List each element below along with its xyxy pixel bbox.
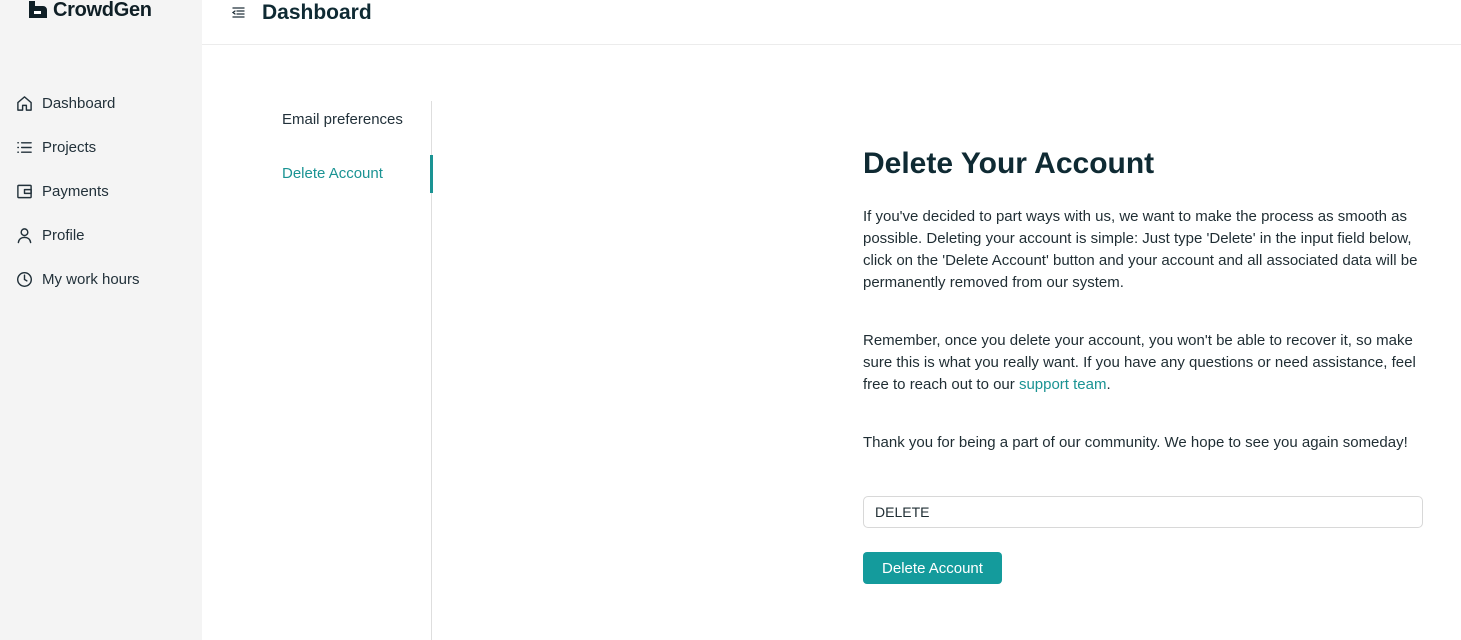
active-tab-indicator — [430, 155, 433, 193]
sidebar-item-label: Payments — [42, 182, 109, 200]
delete-account-panel: Delete Your Account If you've decided to… — [863, 146, 1423, 584]
crowdgen-logo-icon — [29, 1, 47, 18]
list-icon — [17, 141, 32, 153]
warning-text-end: . — [1106, 376, 1111, 393]
warning-text: Remember, once you delete your account, … — [863, 332, 1416, 393]
sidebar-item-dashboard[interactable]: Dashboard — [0, 81, 202, 125]
brand-logo[interactable]: CrowdGen — [25, 0, 152, 23]
section-heading: Delete Your Account — [863, 147, 1155, 180]
sidebar-item-payments[interactable]: Payments — [0, 169, 202, 213]
settings-nav: Email preferences Delete Account — [282, 101, 433, 640]
menu-collapse-icon[interactable] — [231, 5, 246, 20]
sidebar: CrowdGen Dashboard Projects Payments Pro… — [0, 0, 202, 640]
top-header: Dashboard — [202, 0, 1461, 45]
tab-delete-account[interactable]: Delete Account — [282, 165, 383, 182]
sidebar-item-label: Dashboard — [42, 94, 116, 112]
wallet-icon — [17, 184, 32, 198]
page-title: Dashboard — [262, 1, 372, 24]
support-team-link[interactable]: support team — [1019, 376, 1107, 393]
clock-icon — [16, 271, 33, 287]
sidebar-item-label: Projects — [42, 138, 97, 156]
sidebar-item-label: My work hours — [42, 270, 140, 288]
tab-email-preferences[interactable]: Email preferences — [282, 111, 403, 128]
user-icon — [17, 227, 32, 243]
sidebar-item-label: Profile — [42, 226, 85, 244]
sidebar-nav: Dashboard Projects Payments Profile My w… — [0, 81, 202, 301]
intro-paragraph: If you've decided to part ways with us, … — [863, 208, 1418, 291]
sidebar-item-projects[interactable]: Projects — [0, 125, 202, 169]
brand-name: CrowdGen — [53, 0, 152, 21]
delete-account-button[interactable]: Delete Account — [863, 552, 1002, 584]
sidebar-item-work-hours[interactable]: My work hours — [0, 257, 202, 301]
home-icon — [17, 95, 32, 111]
farewell-paragraph: Thank you for being a part of our commun… — [863, 434, 1408, 451]
sidebar-item-profile[interactable]: Profile — [0, 213, 202, 257]
warning-paragraph: Remember, once you delete your account, … — [863, 330, 1423, 396]
delete-confirm-input[interactable] — [863, 496, 1423, 528]
